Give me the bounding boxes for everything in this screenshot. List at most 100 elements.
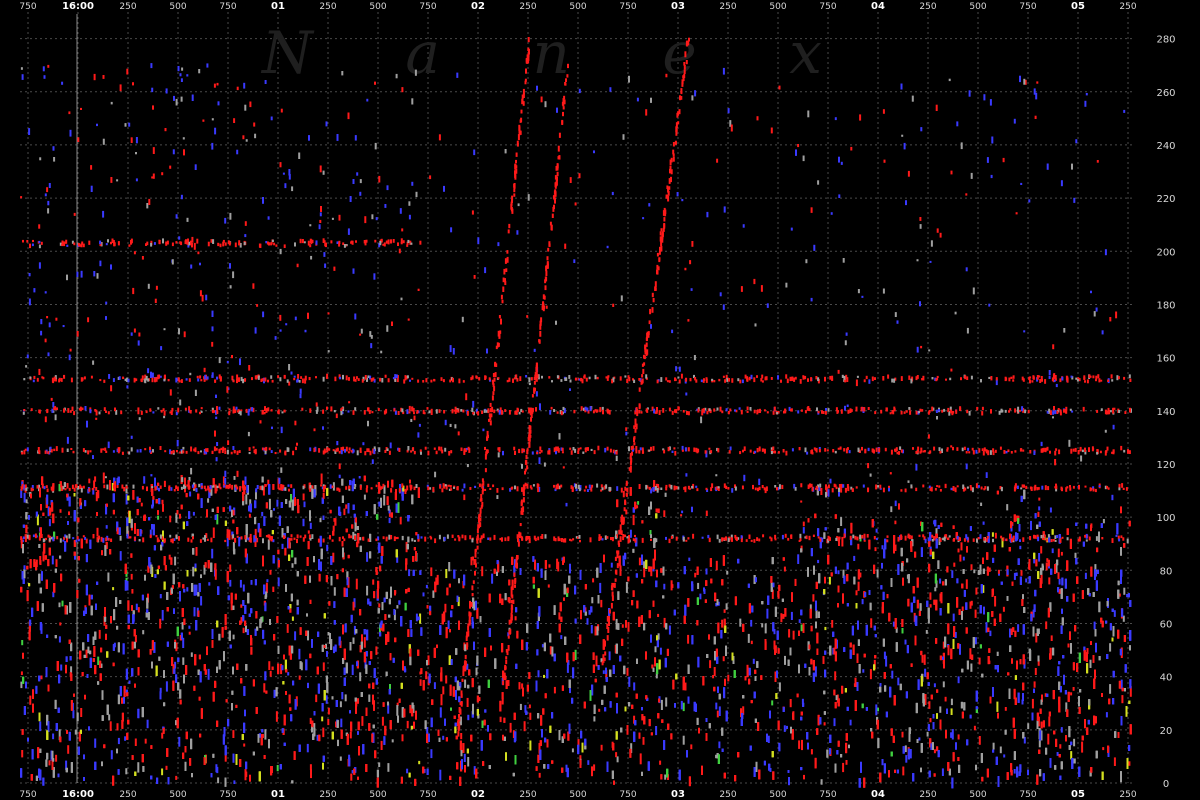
quote-mark — [1073, 738, 1076, 747]
quote-mark — [1019, 545, 1022, 550]
quote-mark — [448, 562, 451, 572]
quote-mark — [807, 567, 809, 577]
quote-mark — [298, 648, 301, 660]
quote-mark — [600, 599, 603, 608]
quote-mark — [216, 766, 219, 774]
quote-mark — [337, 739, 339, 747]
quote-mark — [840, 517, 843, 526]
quote-mark — [119, 551, 122, 561]
quote-mark — [632, 514, 635, 526]
quote-mark — [608, 651, 611, 661]
quote-mark — [96, 527, 99, 537]
quote-mark — [175, 512, 178, 523]
quote-mark — [722, 656, 725, 662]
quote-mark — [1069, 631, 1071, 640]
quote-mark — [1070, 692, 1073, 696]
quote-mark — [891, 670, 894, 679]
quote-mark — [892, 621, 895, 627]
quote-mark — [433, 682, 436, 689]
quote-mark — [1025, 578, 1028, 583]
quote-mark — [643, 567, 646, 578]
quote-mark — [450, 707, 452, 711]
quote-mark — [833, 718, 836, 727]
quote-mark — [240, 604, 243, 608]
quote-mark — [528, 704, 531, 709]
quote-mark — [655, 726, 658, 736]
quote-mark — [74, 729, 77, 735]
quote-mark — [823, 722, 826, 726]
quote-mark — [615, 752, 618, 758]
quote-mark — [239, 579, 242, 588]
quote-mark — [778, 682, 781, 692]
quote-mark — [381, 602, 384, 611]
quote-mark — [68, 511, 70, 516]
quote-mark — [875, 704, 878, 716]
quote-mark — [699, 593, 702, 600]
quote-mark — [165, 765, 168, 770]
quote-mark — [463, 753, 466, 762]
quote-mark — [761, 623, 764, 628]
quote-mark — [439, 769, 442, 781]
quote-mark — [107, 572, 110, 582]
quote-mark — [124, 580, 127, 591]
quote-mark — [1058, 578, 1061, 585]
quote-mark — [505, 752, 507, 761]
quote-mark — [165, 681, 168, 692]
quote-mark — [333, 587, 336, 596]
quote-mark — [904, 745, 907, 753]
quote-mark — [419, 679, 422, 686]
quote-mark — [970, 663, 973, 672]
quote-mark — [188, 625, 191, 629]
quote-mark — [1022, 594, 1024, 600]
quote-mark — [40, 675, 43, 680]
quote-mark — [929, 592, 932, 600]
quote-mark — [380, 740, 383, 750]
quote-mark — [593, 764, 596, 771]
quote-mark — [566, 664, 569, 673]
quote-mark — [556, 558, 559, 569]
quote-mark — [444, 603, 447, 613]
quote-mark — [322, 727, 325, 738]
quote-mark — [569, 687, 571, 694]
quote-mark — [378, 603, 381, 608]
quote-mark — [713, 667, 716, 676]
quote-mark — [88, 478, 91, 484]
quote-mark — [628, 676, 631, 687]
quote-mark — [232, 634, 235, 640]
quote-mark — [326, 651, 328, 657]
quote-mark — [1113, 757, 1116, 766]
quote-mark — [718, 706, 721, 716]
quote-mark — [721, 619, 724, 628]
quote-mark — [425, 671, 428, 680]
quote-mark — [592, 578, 595, 583]
quote-mark — [529, 740, 532, 751]
quote-mark — [610, 562, 613, 568]
quote-mark — [487, 725, 489, 732]
quote-mark — [629, 529, 632, 538]
quote-mark — [83, 754, 85, 760]
quote-mark — [242, 584, 245, 592]
quote-mark — [287, 672, 290, 676]
quote-mark — [1095, 642, 1097, 653]
quote-mark — [481, 566, 484, 577]
quote-mark — [1122, 615, 1125, 622]
quote-mark — [1059, 744, 1062, 749]
quote-mark — [363, 637, 366, 648]
quote-mark — [997, 712, 999, 719]
quote-mark — [105, 525, 108, 529]
quote-mark — [436, 574, 439, 585]
quote-mark — [249, 774, 251, 782]
quote-mark — [294, 631, 297, 641]
quote-mark — [445, 569, 448, 579]
quote-mark — [558, 612, 561, 620]
quote-mark — [1060, 727, 1063, 733]
quote-mark — [638, 557, 641, 566]
quote-mark — [875, 528, 878, 533]
quote-mark — [715, 560, 718, 571]
quote-mark — [571, 748, 574, 753]
quote-mark — [602, 670, 605, 674]
quote-mark — [957, 676, 960, 684]
quote-mark — [422, 592, 425, 597]
quote-mark — [708, 634, 710, 640]
quote-mark — [58, 636, 61, 643]
